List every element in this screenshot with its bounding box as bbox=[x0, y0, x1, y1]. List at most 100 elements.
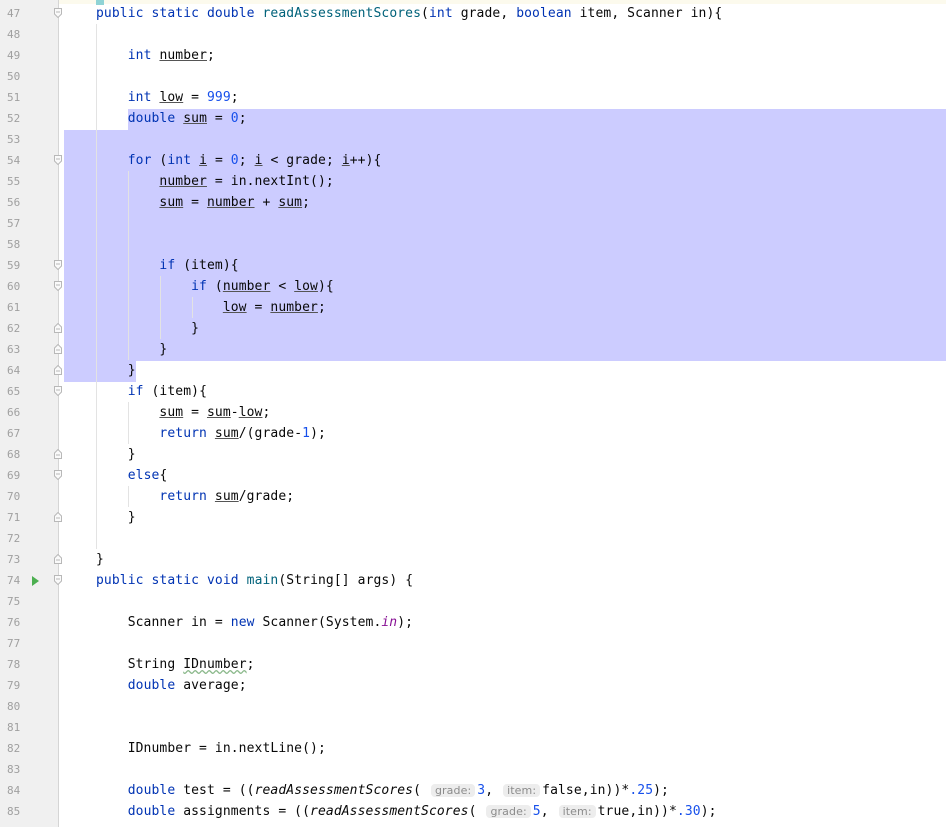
code-line[interactable]: 83 bbox=[0, 759, 946, 780]
code-line[interactable]: 76 Scanner in = new Scanner(System.in); bbox=[0, 612, 946, 633]
param-hint-grade: grade: bbox=[486, 805, 531, 818]
code-line[interactable]: 78 String IDnumber; bbox=[0, 654, 946, 675]
code-line[interactable]: 72 bbox=[0, 528, 946, 549]
line-number: 66 bbox=[7, 406, 21, 419]
code-text: return sum/grade; bbox=[159, 489, 295, 504]
code-text: double sum = 0; bbox=[127, 111, 247, 126]
code-line[interactable]: 71 } bbox=[0, 507, 946, 528]
code-line[interactable]: 62 } bbox=[0, 318, 946, 339]
line-number: 58 bbox=[7, 238, 21, 251]
line-number: 60 bbox=[7, 280, 21, 293]
line-number: 84 bbox=[7, 784, 21, 797]
code-text: sum = sum-low; bbox=[159, 405, 271, 420]
code-line[interactable]: 54 for (int i = 0; i < grade; i++){ bbox=[0, 150, 946, 171]
param-hint-item: item: bbox=[503, 784, 541, 797]
code-line[interactable]: 67 return sum/(grade-1); bbox=[0, 423, 946, 444]
code-line[interactable]: 60 if (number < low){ bbox=[0, 276, 946, 297]
caret-marker bbox=[96, 0, 104, 5]
code-line[interactable]: 59 if (item){ bbox=[0, 255, 946, 276]
line-number: 61 bbox=[7, 301, 21, 314]
code-line[interactable]: 73} bbox=[0, 549, 946, 570]
param-hint-item: item: bbox=[558, 805, 596, 818]
fold-end-icon[interactable] bbox=[54, 323, 62, 333]
code-line[interactable]: 61 low = number; bbox=[0, 297, 946, 318]
param-hint-grade: grade: bbox=[430, 784, 476, 797]
code-line[interactable]: 63 } bbox=[0, 339, 946, 360]
code-line[interactable]: 82 IDnumber = in.nextLine(); bbox=[0, 738, 946, 759]
fold-start-icon[interactable] bbox=[54, 155, 62, 165]
code-line[interactable]: 69 else{ bbox=[0, 465, 946, 486]
code-line[interactable]: 56 sum = number + sum; bbox=[0, 192, 946, 213]
code-text: int number; bbox=[127, 48, 215, 63]
code-line[interactable]: 55 number = in.nextInt(); bbox=[0, 171, 946, 192]
line-number: 82 bbox=[7, 742, 21, 755]
line-number: 71 bbox=[7, 511, 21, 524]
code-line[interactable]: 84 double test = ((readAssessmentScores(… bbox=[0, 780, 946, 801]
code-line[interactable]: 50 bbox=[0, 66, 946, 87]
fold-start-icon[interactable] bbox=[54, 470, 62, 480]
fold-start-icon[interactable] bbox=[54, 386, 62, 396]
code-line[interactable]: 53 bbox=[0, 129, 946, 150]
line-number: 80 bbox=[7, 700, 21, 713]
code-text: if (number < low){ bbox=[191, 279, 334, 294]
line-number: 65 bbox=[7, 385, 21, 398]
fold-end-icon[interactable] bbox=[54, 344, 62, 354]
code-text: int low = 999; bbox=[127, 90, 239, 105]
code-text: number = in.nextInt(); bbox=[159, 174, 334, 189]
code-text: } bbox=[96, 510, 136, 525]
fold-end-icon[interactable] bbox=[54, 365, 62, 375]
line-number: 59 bbox=[7, 259, 21, 272]
line-number: 53 bbox=[7, 133, 21, 146]
line-number: 51 bbox=[7, 91, 21, 104]
code-line[interactable]: 79 double average; bbox=[0, 675, 946, 696]
code-line[interactable]: 52 double sum = 0; bbox=[0, 108, 946, 129]
code-line[interactable]: 74 public static void main(String[] args)… bbox=[0, 570, 946, 591]
fold-start-icon[interactable] bbox=[54, 8, 62, 18]
code-line[interactable]: 80 bbox=[0, 696, 946, 717]
line-number: 68 bbox=[7, 448, 21, 461]
code-line[interactable]: 49 int number; bbox=[0, 45, 946, 66]
line-number: 54 bbox=[7, 154, 21, 167]
line-number: 55 bbox=[7, 175, 21, 188]
line-number: 79 bbox=[7, 679, 21, 692]
code-line[interactable]: 75 bbox=[0, 591, 946, 612]
fold-end-icon[interactable] bbox=[54, 512, 62, 522]
code-text: if (item){ bbox=[127, 384, 207, 399]
code-line[interactable]: 51 int low = 999; bbox=[0, 87, 946, 108]
line-number: 70 bbox=[7, 490, 21, 503]
fold-start-icon[interactable] bbox=[54, 281, 62, 291]
code-line[interactable]: 47 public static double readAssessmentSco… bbox=[0, 3, 946, 24]
code-editor[interactable]: 47 public static double readAssessmentSco… bbox=[0, 0, 946, 827]
code-line[interactable]: 81 bbox=[0, 717, 946, 738]
line-number: 49 bbox=[7, 49, 21, 62]
line-number: 63 bbox=[7, 343, 21, 356]
fold-end-icon[interactable] bbox=[54, 554, 62, 564]
code-text: double test = ((readAssessmentScores( gr… bbox=[127, 783, 669, 798]
code-line[interactable]: 57 bbox=[0, 213, 946, 234]
code-line[interactable]: 65 if (item){ bbox=[0, 381, 946, 402]
run-gutter-icon[interactable] bbox=[32, 576, 39, 586]
code-text: else{ bbox=[127, 468, 168, 483]
code-line[interactable]: 77 bbox=[0, 633, 946, 654]
code-line[interactable]: 68 } bbox=[0, 444, 946, 465]
code-text: } bbox=[96, 447, 136, 462]
line-number: 73 bbox=[7, 553, 21, 566]
code-line[interactable]: 66 sum = sum-low; bbox=[0, 402, 946, 423]
code-line[interactable]: 70 return sum/grade; bbox=[0, 486, 946, 507]
line-number: 57 bbox=[7, 217, 21, 230]
code-text: for (int i = 0; i < grade; i++){ bbox=[127, 153, 382, 168]
code-text: double assignments = ((readAssessmentSco… bbox=[127, 804, 717, 819]
fold-start-icon[interactable] bbox=[54, 260, 62, 270]
code-line[interactable]: 64 } bbox=[0, 360, 946, 381]
code-line[interactable]: 85 double assignments = ((readAssessment… bbox=[0, 801, 946, 822]
line-number: 67 bbox=[7, 427, 21, 440]
code-text: IDnumber = in.nextLine(); bbox=[96, 741, 326, 756]
line-number: 72 bbox=[7, 532, 21, 545]
line-number: 85 bbox=[7, 805, 21, 818]
fold-end-icon[interactable] bbox=[54, 449, 62, 459]
fold-start-icon[interactable] bbox=[54, 575, 62, 585]
code-line[interactable]: 58 bbox=[0, 234, 946, 255]
code-text: } bbox=[96, 342, 168, 357]
line-number: 56 bbox=[7, 196, 21, 209]
code-line[interactable]: 48 bbox=[0, 24, 946, 45]
